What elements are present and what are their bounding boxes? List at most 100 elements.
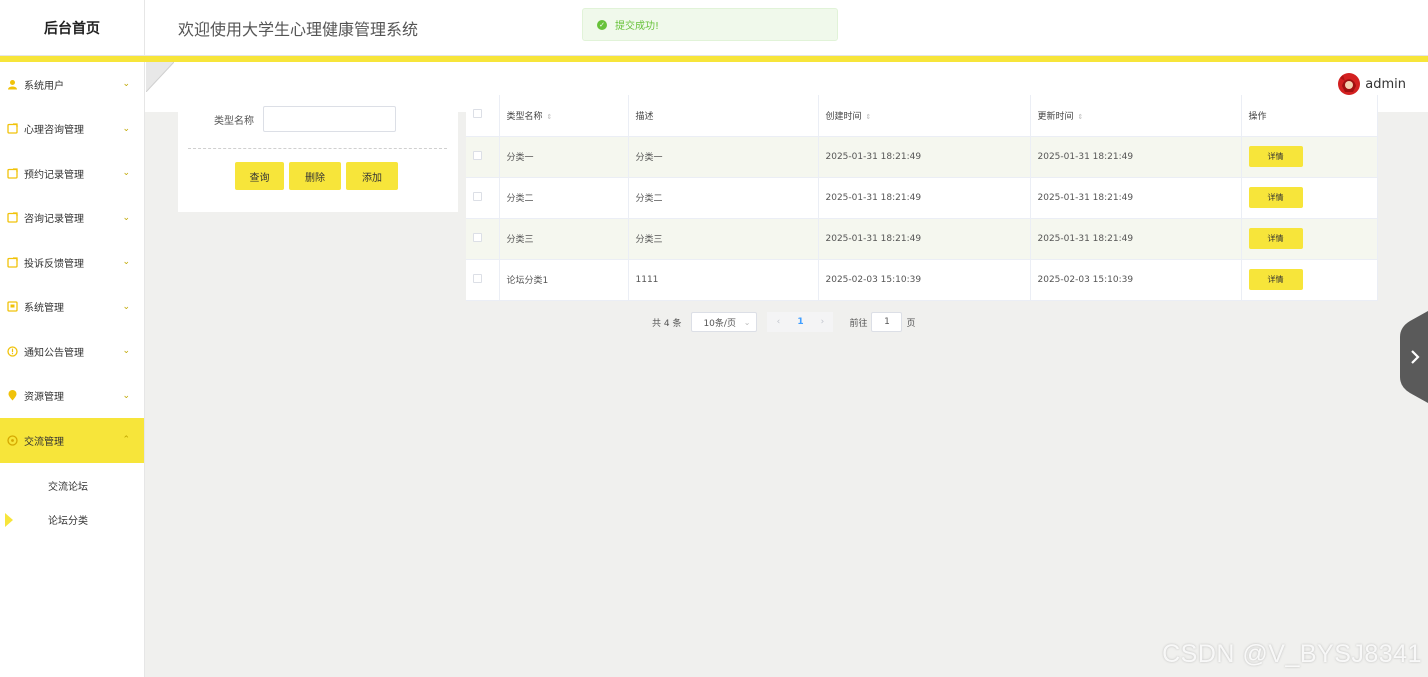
chevron-down-icon: ⌄ [122, 390, 130, 401]
prev-page-button[interactable]: ‹ [767, 312, 790, 332]
sidebar-item[interactable]: 通知公告管理 ⌄ [0, 329, 144, 374]
table-row[interactable]: 分类三 分类三 2025-01-31 18:21:49 2025-01-31 18:2… [466, 218, 1378, 260]
sidebar-item[interactable]: 心理咨询管理 ⌄ [0, 107, 144, 152]
home-logo[interactable]: 后台首页 [0, 0, 145, 56]
cell-desc: 1111 [628, 259, 819, 301]
sidebar-item-label: 投诉反馈管理 [24, 258, 84, 270]
chevron-down-icon: ⌄ [743, 317, 751, 327]
page-size-select[interactable]: 10条/页 ⌄ [691, 312, 758, 332]
pagination: 共 4 条 10条/页 ⌄ ‹ 1 › 前往 1 页 [652, 312, 915, 332]
sidebar-item[interactable]: 资源管理 ⌄ [0, 374, 144, 419]
cell-created: 2025-01-31 18:21:49 [818, 218, 1031, 260]
page-title: 欢迎使用大学生心理健康管理系统 [178, 20, 419, 39]
sidebar-item-label: 资源管理 [24, 392, 64, 404]
column-header-name[interactable]: 类型名称 ⇕ [499, 95, 629, 137]
cell-name: 论坛分类1 [499, 259, 629, 301]
goto-page-input[interactable]: 1 [871, 312, 903, 332]
sidebar-item-label: 交流管理 [24, 436, 64, 448]
column-header-desc: 描述 [628, 95, 819, 137]
page-number[interactable]: 1 [789, 312, 812, 332]
sidebar-item[interactable]: 预约记录管理 ⌄ [0, 151, 144, 196]
detail-button[interactable]: 详情 [1248, 146, 1303, 167]
sidebar-item-label: 咨询记录管理 [24, 214, 84, 226]
cell-created: 2025-01-31 18:21:49 [818, 177, 1031, 219]
success-toast: ✓ 提交成功! [582, 8, 838, 41]
cell-desc: 分类三 [628, 218, 819, 260]
sidebar-item[interactable]: 交流管理 ⌃ [0, 418, 144, 463]
cell-name: 分类二 [499, 177, 629, 219]
cell-desc: 分类一 [628, 136, 819, 178]
row-checkbox[interactable] [473, 150, 482, 160]
table-row[interactable]: 论坛分类1 1111 2025-02-03 15:10:39 2025-02-03 1… [466, 259, 1378, 301]
folder-icon [7, 212, 18, 223]
cell-name: 分类一 [499, 136, 629, 178]
chevron-down-icon: ⌄ [122, 79, 130, 90]
chevron-down-icon: ⌄ [122, 168, 130, 179]
detail-button[interactable]: 详情 [1248, 187, 1303, 208]
sidebar-subitem-label: 交流论坛 [48, 482, 88, 493]
cell-updated: 2025-01-31 18:21:49 [1030, 218, 1242, 260]
info-icon [7, 346, 18, 357]
drawer-toggle[interactable] [1400, 311, 1428, 403]
row-checkbox[interactable] [473, 191, 482, 201]
username: admin [1365, 76, 1406, 92]
data-table: 类型名称 ⇕ 描述 创建时间 ⇕ 更新时间 ⇕ 操作 分类一 分类一 2025-01-31… [466, 95, 1378, 301]
row-checkbox[interactable] [473, 273, 482, 283]
page-unit-label: 页 [906, 318, 916, 329]
detail-button[interactable]: 详情 [1248, 269, 1303, 290]
cell-updated: 2025-01-31 18:21:49 [1030, 177, 1242, 219]
query-button[interactable]: 查询 [235, 162, 284, 190]
check-circle-icon: ✓ [597, 19, 607, 30]
detail-button[interactable]: 详情 [1248, 228, 1303, 249]
sort-icon[interactable]: ⇕ [866, 113, 872, 121]
column-header-updated[interactable]: 更新时间 ⇕ [1030, 95, 1242, 137]
chevron-down-icon: ⌄ [122, 212, 130, 223]
sidebar-item-label: 预约记录管理 [24, 169, 84, 181]
sidebar-item-label: 通知公告管理 [24, 347, 84, 359]
location-icon [7, 390, 18, 401]
chevron-down-icon: ⌄ [122, 346, 130, 357]
sidebar-subitem-label: 论坛分类 [48, 516, 88, 527]
sidebar-item[interactable]: 咨询记录管理 ⌄ [0, 196, 144, 241]
chat-icon [7, 435, 18, 446]
sidebar-item[interactable]: 投诉反馈管理 ⌄ [0, 240, 144, 285]
chevron-up-icon: ⌃ [122, 435, 130, 446]
sidebar-item[interactable]: 系统管理 ⌄ [0, 285, 144, 330]
user-menu[interactable]: admin [1337, 72, 1406, 96]
watermark: CSDN @V_BYSJ8341 [1162, 640, 1422, 668]
goto-label: 前往 [849, 318, 868, 329]
sidebar-item[interactable]: 系统用户 ⌄ [0, 62, 144, 107]
next-page-button[interactable]: › [811, 312, 834, 332]
type-name-input[interactable] [263, 106, 396, 132]
folder-icon [7, 168, 18, 179]
folder-icon [7, 123, 18, 134]
table-row[interactable]: 分类二 分类二 2025-01-31 18:21:49 2025-01-31 18:2… [466, 177, 1378, 219]
sidebar-subitem[interactable]: 交流论坛 [0, 469, 144, 503]
user-icon [7, 79, 18, 90]
sidebar-subitem[interactable]: 论坛分类 [0, 503, 144, 537]
chevron-down-icon: ⌄ [122, 301, 130, 312]
sidebar: 系统用户 ⌄ 心理咨询管理 ⌄ 预约记录管理 ⌄ 咨询记录管理 ⌄ 投诉反馈管理 ⌄ 系统管理 ⌄ 通知… [0, 62, 145, 677]
toast-message: 提交成功! [615, 21, 660, 32]
collapse-sidebar-icon[interactable] [146, 62, 174, 92]
select-all-checkbox[interactable] [473, 109, 482, 119]
search-panel: 类型名称 查询 删除 添加 [178, 96, 458, 212]
column-header-created[interactable]: 创建时间 ⇕ [818, 95, 1031, 137]
row-checkbox[interactable] [473, 232, 482, 242]
add-button[interactable]: 添加 [346, 162, 398, 190]
cell-desc: 分类二 [628, 177, 819, 219]
chevron-down-icon: ⌄ [122, 257, 130, 268]
sort-icon[interactable]: ⇕ [547, 113, 553, 121]
current-marker-icon [5, 512, 13, 527]
folder-icon [7, 257, 18, 268]
sort-icon[interactable]: ⇕ [1078, 113, 1084, 121]
sidebar-item-label: 系统用户 [24, 80, 64, 92]
column-header-action: 操作 [1241, 95, 1378, 137]
chevron-down-icon: ⌄ [122, 123, 130, 134]
cell-created: 2025-02-03 15:10:39 [818, 259, 1031, 301]
delete-button[interactable]: 删除 [289, 162, 341, 190]
cell-created: 2025-01-31 18:21:49 [818, 136, 1031, 178]
table-row[interactable]: 分类一 分类一 2025-01-31 18:21:49 2025-01-31 18:2… [466, 136, 1378, 178]
divider [188, 148, 447, 149]
type-name-label: 类型名称 [214, 116, 254, 127]
